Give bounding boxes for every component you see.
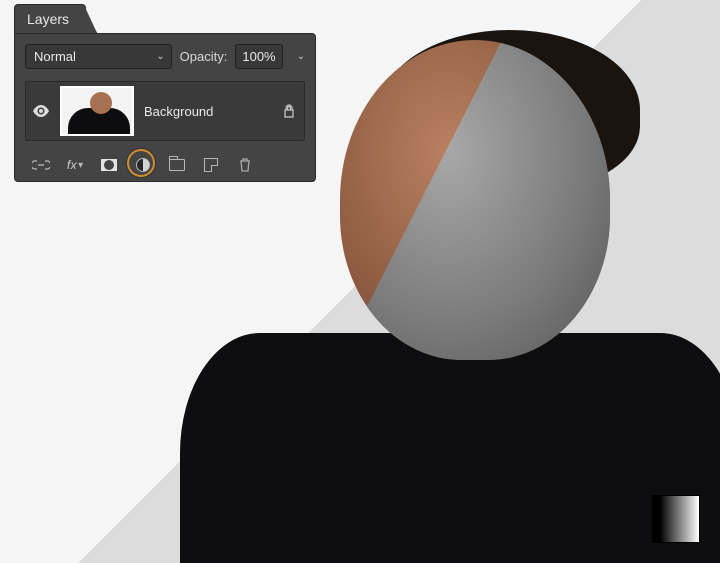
gradient-swatch[interactable] xyxy=(652,495,700,543)
fx-label: fx xyxy=(67,158,77,172)
layers-toolbar: fx▾ xyxy=(25,151,305,175)
layer-row-background[interactable]: Background xyxy=(25,81,305,141)
add-layer-mask-icon[interactable] xyxy=(99,155,119,175)
layers-panel: Layers Normal ⌄ Opacity: 100% ⌄ Backgrou… xyxy=(14,4,316,182)
blend-mode-value: Normal xyxy=(34,49,76,64)
lock-icon[interactable] xyxy=(282,104,296,118)
layer-fx-icon[interactable]: fx▾ xyxy=(65,155,85,175)
visibility-icon[interactable] xyxy=(32,104,50,118)
tab-label: Layers xyxy=(27,11,69,27)
opacity-label: Opacity: xyxy=(180,49,228,64)
tab-layers[interactable]: Layers xyxy=(14,4,86,33)
blend-mode-select[interactable]: Normal ⌄ xyxy=(25,44,172,69)
layer-name[interactable]: Background xyxy=(144,104,272,119)
adjustment-layer-icon[interactable] xyxy=(133,155,153,175)
delete-layer-icon[interactable] xyxy=(235,155,255,175)
layer-thumbnail[interactable] xyxy=(60,86,134,136)
chevron-down-icon: ⌄ xyxy=(156,51,164,62)
new-group-icon[interactable] xyxy=(167,155,187,175)
highlight-ring xyxy=(127,149,155,177)
layers-panel-body: Normal ⌄ Opacity: 100% ⌄ Background xyxy=(14,33,316,182)
new-layer-icon[interactable] xyxy=(201,155,221,175)
opacity-input[interactable]: 100% xyxy=(235,44,282,69)
opacity-value: 100% xyxy=(242,49,275,64)
chevron-down-icon[interactable]: ⌄ xyxy=(297,51,305,62)
link-layers-icon[interactable] xyxy=(31,155,51,175)
